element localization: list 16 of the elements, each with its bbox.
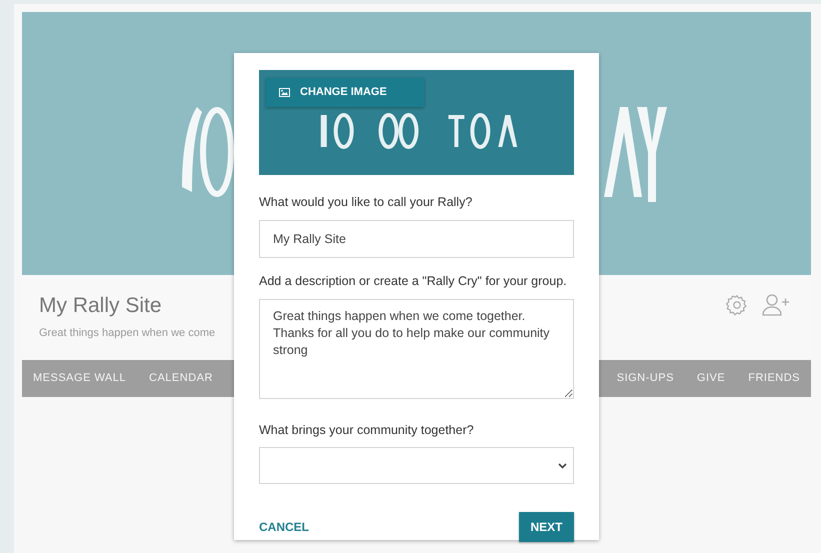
field-label: Add a description or create a "Rally Cry" for your group.: [259, 272, 568, 290]
field-label: What brings your community together?: [259, 422, 475, 439]
next-button[interactable]: NEXT: [519, 512, 574, 542]
community-select[interactable]: [259, 447, 574, 484]
add-user-icon[interactable]: [762, 294, 790, 316]
settings-icon[interactable]: [726, 294, 748, 316]
description-field[interactable]: Great things happen when we come together. Thanks for all you do to help make our community strong: [259, 298, 574, 398]
nav-link[interactable]: MESSAGE WALL: [33, 370, 126, 387]
nav-link[interactable]: CALENDAR: [149, 370, 213, 387]
nav-link[interactable]: GIVE: [696, 370, 726, 387]
nav-link[interactable]: FRIENDS: [748, 370, 800, 387]
chevron-down-icon: [558, 462, 567, 469]
site-subtitle: Great things happen when we come: [39, 326, 216, 340]
site-title: My Rally Site: [39, 293, 163, 319]
nav-link[interactable]: SIGN-UPS: [616, 370, 674, 387]
cancel-link[interactable]: CANCEL: [259, 518, 309, 536]
